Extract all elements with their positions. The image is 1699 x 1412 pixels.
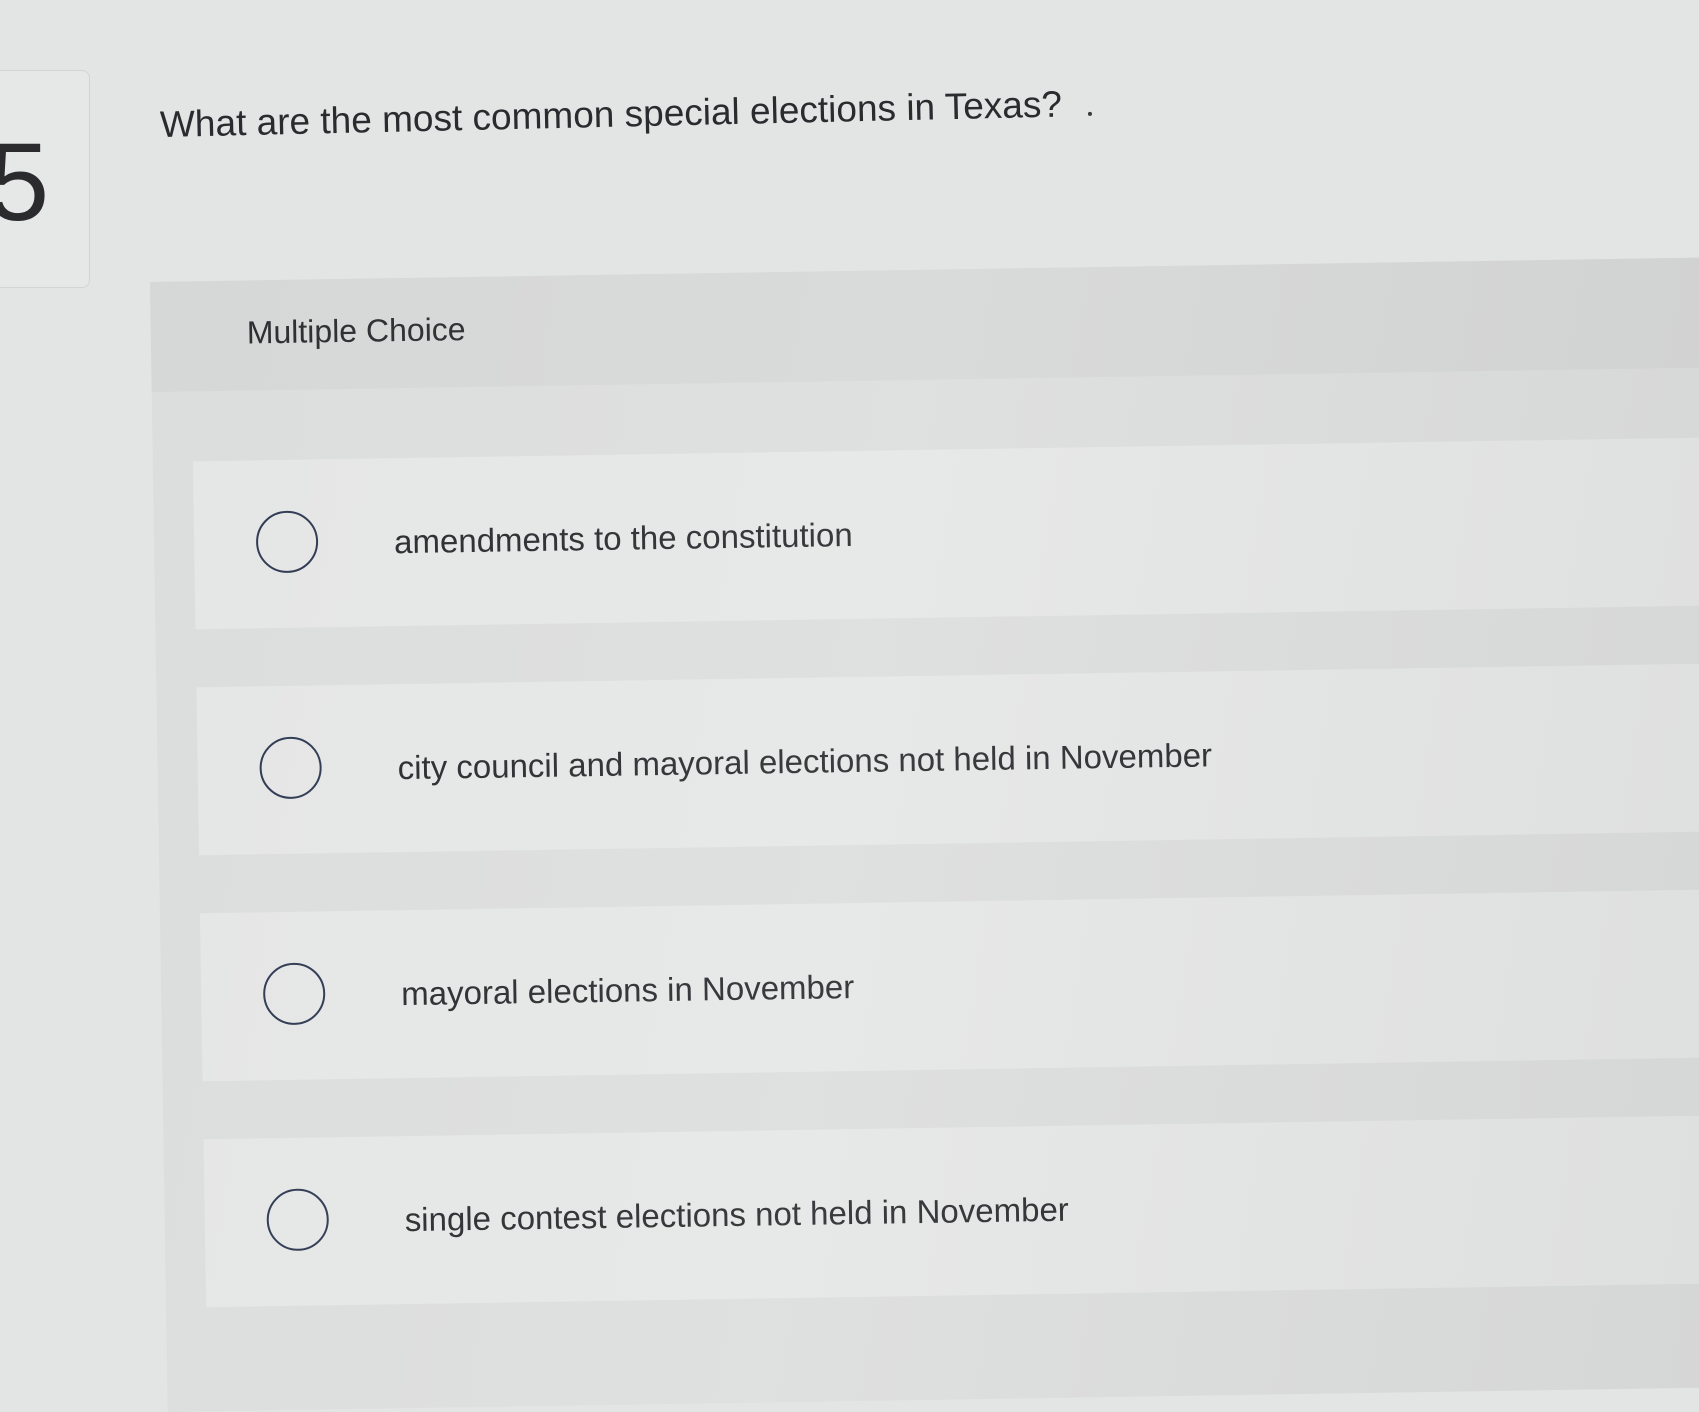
answer-option-label: city council and mayoral elections not h…: [397, 736, 1213, 787]
radio-button-icon[interactable]: [262, 962, 326, 1026]
radio-button-icon[interactable]: [259, 736, 323, 800]
answer-option[interactable]: amendments to the constitution: [192, 437, 1699, 630]
answer-option[interactable]: single contest elections not held in Nov…: [203, 1115, 1699, 1308]
answer-option-label: mayoral elections in November: [400, 968, 855, 1013]
question-text: What are the most common special electio…: [160, 83, 1093, 146]
answer-options: amendments to the constitution city coun…: [192, 437, 1699, 1365]
answer-option[interactable]: city council and mayoral elections not h…: [196, 663, 1699, 856]
question-number: 5: [0, 121, 50, 244]
answer-option-label: amendments to the constitution: [393, 515, 853, 561]
radio-button-icon[interactable]: [255, 510, 319, 574]
multiple-choice-panel: Multiple Choice amendments to the consti…: [150, 257, 1699, 1412]
answer-option[interactable]: mayoral elections in November: [199, 889, 1699, 1082]
answer-option-label: single contest elections not held in Nov…: [404, 1190, 1070, 1239]
question-type-label: Multiple Choice: [246, 311, 466, 351]
panel-header: Multiple Choice: [150, 257, 1699, 392]
radio-button-icon[interactable]: [266, 1188, 330, 1252]
